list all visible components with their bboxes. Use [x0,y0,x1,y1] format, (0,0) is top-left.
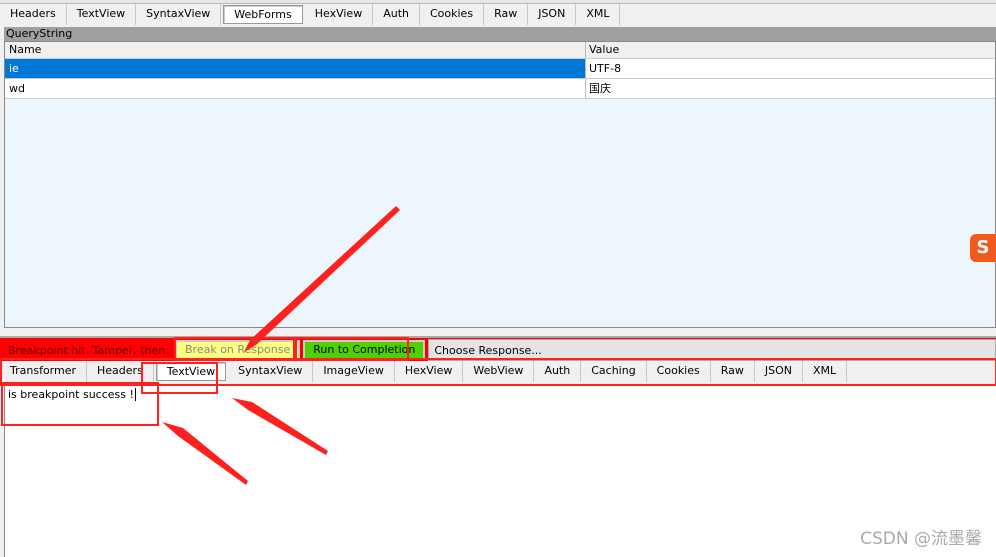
tab-textview[interactable]: TextView [67,4,137,25]
response-text: is breakpoint success ! [8,388,134,401]
tab-imageview[interactable]: ImageView [313,361,395,382]
querystring-grid: Name Value ie UTF-8 wd 国庆 [4,41,996,328]
tab-webforms[interactable]: WebForms [223,5,303,24]
tab-json[interactable]: JSON [755,361,804,382]
column-value[interactable]: Value [586,42,995,58]
tab-headers[interactable]: Headers [87,361,154,382]
choose-response-dropdown[interactable]: Choose Response... [428,339,996,361]
querystring-header: QueryString [4,27,996,41]
tab-auth[interactable]: Auth [534,361,582,382]
grid-header: Name Value [5,42,995,59]
tab-syntaxview[interactable]: SyntaxView [228,361,314,382]
tab-cookies[interactable]: Cookies [647,361,711,382]
tab-cookies[interactable]: Cookies [420,4,485,25]
tab-xml[interactable]: XML [576,4,621,25]
tab-raw[interactable]: Raw [484,4,529,25]
column-name[interactable]: Name [5,42,586,58]
watermark: CSDN @流墨馨 [860,529,982,549]
row-name: wd [5,79,586,98]
tab-raw[interactable]: Raw [711,361,755,382]
breakpoint-bar: Breakpoint hit. Tamper, then: Break on R… [0,336,996,362]
run-to-completion-button[interactable]: Run to Completion [303,340,426,360]
tab-textview[interactable]: TextView [155,362,227,381]
tab-headers[interactable]: Headers [0,4,67,25]
table-row[interactable]: ie UTF-8 [5,59,995,79]
sogou-ime-icon[interactable]: S [970,234,996,262]
row-name: ie [5,59,586,78]
tab-syntaxview[interactable]: SyntaxView [136,4,222,25]
tab-webview[interactable]: WebView [463,361,535,382]
tab-transformer[interactable]: Transformer [0,361,88,382]
request-inspector-tabs: Headers TextView SyntaxView WebForms HexView… [0,4,621,25]
response-inspector-tabs: Transformer Headers TextView SyntaxView Imag… [0,361,996,382]
row-value: UTF-8 [589,62,622,75]
tab-hexview[interactable]: HexView [395,361,464,382]
tab-caching[interactable]: Caching [581,361,647,382]
tab-hexview[interactable]: HexView [305,4,374,25]
breakpoint-label: Breakpoint hit. Tamper, then: [8,343,169,357]
tab-json[interactable]: JSON [528,4,577,25]
tab-auth[interactable]: Auth [373,4,420,25]
response-textview[interactable]: is breakpoint success ! [4,384,996,557]
table-row[interactable]: wd 国庆 [5,79,995,99]
row-value: 国庆 [589,82,611,95]
tab-xml[interactable]: XML [803,361,848,382]
break-on-response-button[interactable]: Break on Response [175,340,301,360]
